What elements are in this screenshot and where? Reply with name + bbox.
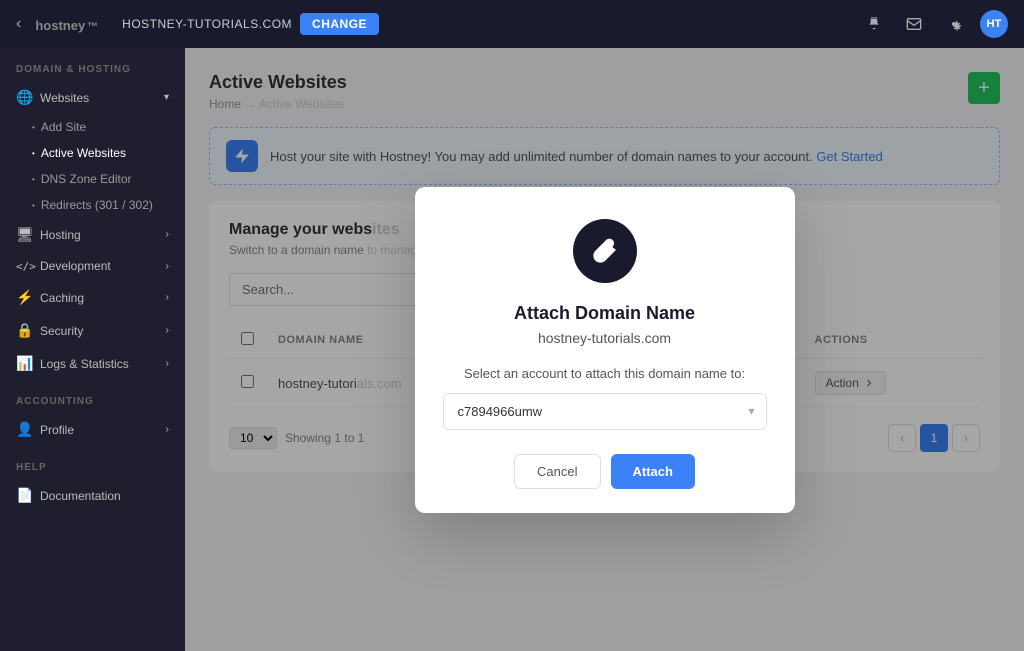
main-area: DOMAIN & HOSTING 🌐 Websites ▾ Add Site A… [0,48,1024,651]
security-icon: 🔒 [16,322,32,339]
user-avatar[interactable]: HT [980,10,1008,38]
sidebar: DOMAIN & HOSTING 🌐 Websites ▾ Add Site A… [0,48,185,651]
topbar-domain: HOSTNEY-TUTORIALS.COM [122,17,292,31]
sidebar-item-active-websites[interactable]: Active Websites [32,140,185,166]
chevron-icon: › [166,261,169,272]
sidebar-item-profile[interactable]: 👤 Profile › [0,413,185,446]
sidebar-submenu-websites: Add Site Active Websites DNS Zone Editor… [0,114,185,218]
app-container: ‹ hostney™ HOSTNEY-TUTORIALS.COM CHANGE … [0,0,1024,651]
settings-icon[interactable] [940,10,968,38]
chevron-icon: › [166,424,169,435]
attach-button[interactable]: Attach [611,454,695,489]
sidebar-item-label: Security [40,324,83,338]
logs-icon: 📊 [16,355,32,372]
account-select[interactable]: c7894966umw [443,393,767,430]
sidebar-item-dns[interactable]: DNS Zone Editor [32,166,185,192]
sidebar-item-label: Documentation [40,489,121,503]
sidebar-item-security[interactable]: 🔒 Security › [0,314,185,347]
modal-icon [573,219,637,283]
profile-icon: 👤 [16,421,32,438]
section-label-help: HELP [0,446,185,479]
caching-icon: ⚡ [16,289,32,306]
chevron-icon: › [166,358,169,369]
sidebar-item-redirects[interactable]: Redirects (301 / 302) [32,192,185,218]
change-button[interactable]: CHANGE [300,13,379,35]
sidebar-section-help: HELP 📄 Documentation [0,446,185,512]
sidebar-item-websites[interactable]: 🌐 Websites ▾ [0,81,185,114]
section-label-domain: DOMAIN & HOSTING [0,48,185,81]
topbar: ‹ hostney™ HOSTNEY-TUTORIALS.COM CHANGE … [0,0,1024,48]
sidebar-item-label: Caching [40,291,84,305]
modal-domain: hostney-tutorials.com [443,330,767,346]
back-icon[interactable]: ‹ [16,15,21,33]
cancel-button[interactable]: Cancel [514,454,600,489]
sidebar-item-add-site[interactable]: Add Site [32,114,185,140]
modal-title: Attach Domain Name [443,303,767,324]
sidebar-item-documentation[interactable]: 📄 Documentation [0,479,185,512]
sidebar-item-label: Hosting [40,228,81,242]
mail-icon[interactable] [900,10,928,38]
sidebar-item-label: Profile [40,423,74,437]
documentation-icon: 📄 [16,487,32,504]
sidebar-item-hosting[interactable]: 🖥 Hosting › [0,218,185,251]
sidebar-item-label: Development [40,259,111,273]
sidebar-item-development[interactable]: </> Development › [0,251,185,281]
pin-icon[interactable] [860,10,888,38]
hosting-icon: 🖥 [16,226,32,243]
modal-description: Select an account to attach this domain … [443,366,767,381]
sidebar-item-label: Websites [40,91,89,105]
sidebar-item-caching[interactable]: ⚡ Caching › [0,281,185,314]
chevron-icon: › [166,292,169,303]
logo: hostney™ [33,14,98,35]
sidebar-item-label: Logs & Statistics [40,357,129,371]
modal-actions: Cancel Attach [443,454,767,489]
main-content: Active Websites Home → Active Websites +… [185,48,1024,651]
modal-overlay: Attach Domain Name hostney-tutorials.com… [185,48,1024,651]
modal-dialog: Attach Domain Name hostney-tutorials.com… [415,187,795,513]
websites-icon: 🌐 [16,89,32,106]
sidebar-section-accounting: ACCOUNTING 👤 Profile › [0,380,185,446]
chevron-icon: › [166,229,169,240]
sidebar-section-domain: DOMAIN & HOSTING 🌐 Websites ▾ Add Site A… [0,48,185,380]
modal-select-wrap: c7894966umw ▾ [443,393,767,430]
chevron-icon: › [166,325,169,336]
topbar-icons: HT [860,10,1008,38]
chevron-icon: ▾ [164,92,169,103]
development-icon: </> [16,260,32,273]
sidebar-item-logs[interactable]: 📊 Logs & Statistics › [0,347,185,380]
section-label-accounting: ACCOUNTING [0,380,185,413]
